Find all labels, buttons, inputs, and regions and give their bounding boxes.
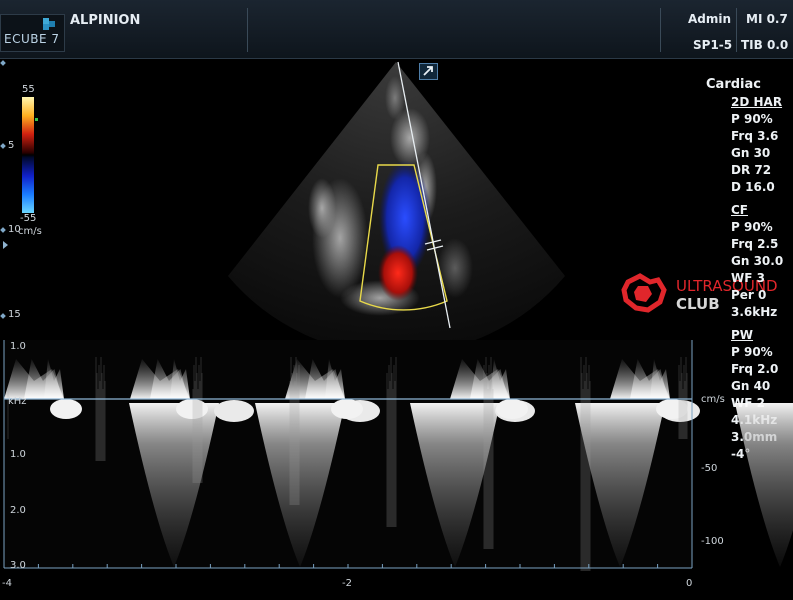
tib-readout: TIB 0.0	[741, 38, 789, 52]
cube-logo-icon	[43, 18, 55, 30]
param-2d-gain: Gn 30	[731, 146, 771, 160]
doppler-right-unit: cm/s	[701, 394, 725, 405]
color-bar-unit: cm/s	[18, 226, 42, 237]
time-label-minus4: -4	[2, 578, 12, 589]
param-cf-gain: Gn 30.0	[731, 254, 784, 268]
time-tick-marks	[3, 564, 693, 568]
baseline-marker	[35, 118, 38, 121]
depth-label-5: 5	[8, 140, 15, 151]
param-2d-frequency: Frq 3.6	[731, 129, 779, 143]
logo-text: ECUBE 7	[4, 32, 60, 46]
color-bar-min: -55	[20, 213, 37, 224]
valve-click-signal	[176, 399, 208, 419]
doppler-left-tick-3: 2.0	[10, 505, 26, 516]
doppler-left-tick-2: 1.0	[10, 449, 26, 460]
ultrasound-club-logo	[621, 273, 667, 313]
header-divider	[247, 8, 248, 52]
param-cf-wall-filter: WF 3	[731, 271, 765, 285]
time-label-0: 0	[686, 578, 693, 589]
brand-name: ALPINION	[70, 13, 141, 28]
param-2d-dynamic-range: DR 72	[731, 163, 772, 177]
mode-2d-title[interactable]: 2D HAR	[731, 94, 782, 111]
focus-marker-icon[interactable]	[3, 241, 8, 249]
param-cf-persistence: Per 0	[731, 288, 767, 302]
preset-label[interactable]: Cardiac	[706, 76, 761, 93]
doppler-spectrum[interactable]	[0, 340, 793, 600]
color-bar-max: 55	[22, 84, 35, 95]
color-velocity-bar	[22, 97, 34, 213]
depth-label-10: 10	[8, 224, 21, 235]
header-divider	[660, 8, 661, 52]
mode-cf-panel: CF P 90% Frq 2.5 Gn 30.0 WF 3 Per 0 3.6k…	[731, 202, 783, 321]
valve-click-signal	[50, 399, 82, 419]
valve-click-signal	[331, 399, 363, 419]
b-mode-image[interactable]	[0, 58, 793, 340]
time-label-minus2: -2	[342, 578, 352, 589]
mode-2d-panel: 2D HAR P 90% Frq 3.6 Gn 30 DR 72 D 16.0	[731, 94, 782, 196]
param-cf-frequency: Frq 2.5	[731, 237, 779, 251]
mode-cf-title[interactable]: CF	[731, 202, 783, 219]
color-flow-red	[378, 245, 418, 301]
valve-click-signal	[214, 400, 254, 422]
param-cf-power: P 90%	[731, 220, 773, 234]
top-bar: ECUBE 7 ALPINION Admin MI 0.7 SP1-5 TIB …	[0, 0, 793, 59]
doppler-left-tick-1: 1.0	[10, 341, 26, 352]
user-label[interactable]: Admin	[688, 12, 731, 26]
param-2d-power: P 90%	[731, 112, 773, 126]
doppler-right-tick-100: -100	[701, 536, 724, 547]
ecube-logo: ECUBE 7	[0, 14, 65, 52]
doppler-right-tick-50: -50	[701, 463, 718, 474]
header-divider	[736, 8, 737, 52]
valve-click-signal	[496, 399, 528, 419]
reverse-flow-envelope	[735, 403, 793, 567]
watermark-line2: CLUB	[676, 295, 720, 313]
doppler-left-unit: kHz	[8, 396, 27, 407]
doppler-left-tick-4: 3.0	[10, 560, 26, 571]
depth-label-15: 15	[8, 309, 21, 320]
mi-readout: MI 0.7	[746, 12, 788, 26]
param-cf-prf: 3.6kHz	[731, 305, 778, 319]
param-2d-depth: D 16.0	[731, 180, 775, 194]
probe-label[interactable]: SP1-5	[693, 38, 732, 52]
arrow-up-right-icon[interactable]	[419, 63, 438, 80]
